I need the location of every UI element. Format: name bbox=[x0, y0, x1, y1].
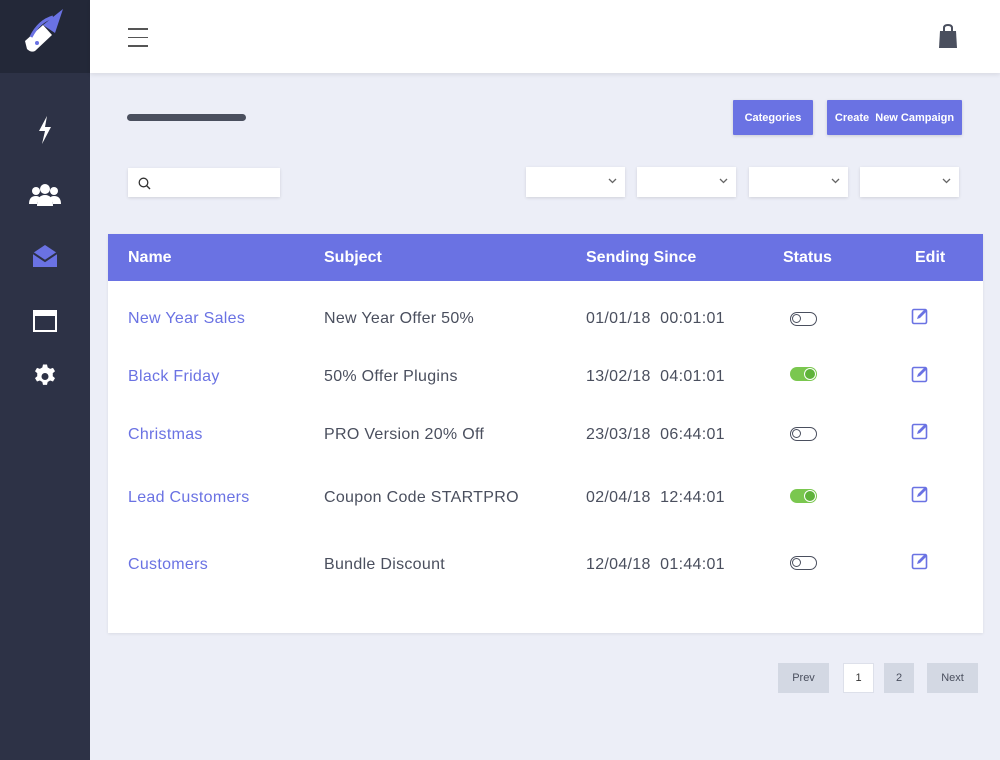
table-row: New Year Sales New Year Offer 50% 01/01/… bbox=[108, 304, 983, 334]
lightning-icon bbox=[39, 116, 51, 144]
edit-icon[interactable] bbox=[911, 365, 929, 383]
edit-icon[interactable] bbox=[911, 485, 929, 503]
sidebar-item-activity[interactable] bbox=[28, 113, 62, 147]
chevron-down-icon bbox=[942, 178, 951, 184]
edit-icon[interactable] bbox=[911, 422, 929, 440]
table-row: Customers Bundle Discount 12/04/18 01:44… bbox=[108, 550, 983, 580]
logo[interactable] bbox=[0, 0, 90, 73]
categories-button[interactable]: Categories bbox=[733, 100, 813, 135]
campaign-sending-since: 13/02/18 04:01:01 bbox=[586, 368, 725, 385]
campaign-name-link[interactable]: Christmas bbox=[128, 426, 203, 444]
chevron-down-icon bbox=[831, 178, 840, 184]
search-icon bbox=[138, 177, 151, 190]
campaign-subject: 50% Offer Plugins bbox=[324, 368, 458, 385]
filter-dropdown-4[interactable] bbox=[860, 167, 959, 197]
campaign-subject: Coupon Code STARTPRO bbox=[324, 489, 519, 506]
campaign-sending-since: 23/03/18 06:44:01 bbox=[586, 426, 725, 443]
table-row: Black Friday 50% Offer Plugins 13/02/18 … bbox=[108, 362, 983, 392]
users-icon bbox=[29, 184, 61, 206]
campaigns-table: Name Subject Sending Since Status Edit N… bbox=[108, 234, 983, 633]
calendar-icon bbox=[33, 310, 57, 332]
sidebar-item-settings[interactable] bbox=[28, 359, 62, 393]
hamburger-menu-icon[interactable] bbox=[128, 28, 148, 48]
logo-icon bbox=[25, 9, 63, 52]
campaign-name-link[interactable]: Lead Customers bbox=[128, 489, 250, 507]
gear-icon bbox=[35, 364, 55, 385]
campaign-sending-since: 01/01/18 00:01:01 bbox=[586, 310, 725, 327]
status-toggle[interactable] bbox=[790, 556, 817, 570]
campaign-sending-since: 02/04/18 12:44:01 bbox=[586, 489, 725, 506]
campaign-name-link[interactable]: Black Friday bbox=[128, 368, 220, 386]
column-header-status[interactable]: Status bbox=[783, 249, 832, 267]
pagination-next-button[interactable]: Next bbox=[927, 663, 978, 693]
top-bar bbox=[90, 0, 1000, 73]
campaign-name-link[interactable]: Customers bbox=[128, 556, 208, 574]
shopping-bag-icon[interactable] bbox=[938, 23, 958, 53]
column-header-subject[interactable]: Subject bbox=[324, 249, 382, 267]
column-header-edit: Edit bbox=[915, 249, 946, 266]
pagination-page-1[interactable]: 1 bbox=[843, 663, 874, 693]
sidebar bbox=[0, 0, 90, 760]
status-toggle[interactable] bbox=[790, 427, 817, 441]
column-header-name[interactable]: Name bbox=[128, 249, 172, 267]
pagination-page-2[interactable]: 2 bbox=[884, 663, 914, 693]
campaign-subject: New Year Offer 50% bbox=[324, 310, 475, 327]
sidebar-item-users[interactable] bbox=[28, 177, 62, 211]
status-toggle[interactable] bbox=[790, 367, 817, 381]
sidebar-item-calendar[interactable] bbox=[28, 303, 62, 337]
pagination-prev-button[interactable]: Prev bbox=[778, 663, 829, 693]
search-input[interactable] bbox=[156, 172, 274, 193]
campaign-subject: Bundle Discount bbox=[324, 556, 446, 573]
table-row: Christmas PRO Version 20% Off 23/03/18 0… bbox=[108, 420, 983, 450]
filter-dropdown-2[interactable] bbox=[637, 167, 736, 197]
campaign-name-link[interactable]: New Year Sales bbox=[128, 310, 245, 328]
column-header-sending-since[interactable]: Sending Since bbox=[586, 249, 696, 267]
mail-icon bbox=[32, 245, 58, 267]
status-toggle[interactable] bbox=[790, 489, 817, 503]
create-campaign-button[interactable]: Create New Campaign bbox=[827, 100, 962, 135]
table-row: Lead Customers Coupon Code STARTPRO 02/0… bbox=[108, 483, 983, 513]
sidebar-item-campaigns[interactable] bbox=[28, 239, 62, 273]
chevron-down-icon bbox=[719, 178, 728, 184]
search-box bbox=[128, 168, 280, 197]
chevron-down-icon bbox=[608, 178, 617, 184]
filter-dropdown-3[interactable] bbox=[749, 167, 848, 197]
status-toggle[interactable] bbox=[790, 312, 817, 326]
campaign-subject: PRO Version 20% Off bbox=[324, 426, 485, 443]
edit-icon[interactable] bbox=[911, 307, 929, 325]
edit-icon[interactable] bbox=[911, 552, 929, 570]
table-header: Name Subject Sending Since Status Edit bbox=[108, 234, 983, 281]
campaign-sending-since: 12/04/18 01:44:01 bbox=[586, 556, 725, 573]
filter-dropdown-1[interactable] bbox=[526, 167, 625, 197]
page-title-placeholder bbox=[127, 114, 246, 121]
